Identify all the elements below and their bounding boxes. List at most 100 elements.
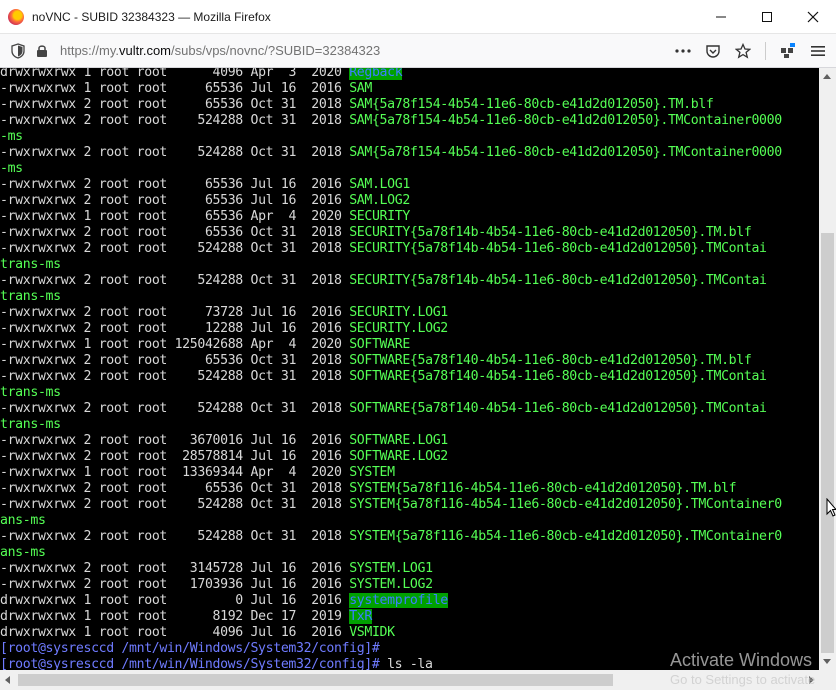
link-count: 2 — [83, 241, 92, 256]
link-count: 2 — [83, 225, 92, 240]
shell-prompt: [root@sysresccd /mnt/win/Windows/System3… — [0, 641, 380, 656]
site-info-shield-icon[interactable] — [6, 39, 30, 63]
file-month: Oct — [250, 97, 274, 112]
file-year: 2016 — [311, 193, 342, 208]
file-group: root — [136, 209, 168, 224]
file-year: 2016 — [311, 449, 342, 464]
horizontal-scroll-thumb[interactable] — [18, 674, 613, 686]
horizontal-scrollbar[interactable] — [0, 670, 819, 690]
scroll-down-arrow-icon[interactable] — [823, 659, 831, 664]
file-permissions: -rwxrwxrwx — [0, 497, 76, 512]
file-name: SYSTEM — [349, 465, 395, 480]
scroll-right-arrow-icon[interactable] — [809, 676, 814, 684]
file-year: 2016 — [311, 577, 342, 592]
file-name: SOFTWARE{5a78f140-4b54-11e6-80cb-e41d2d0… — [349, 369, 767, 384]
file-permissions: -rwxrwxrwx — [0, 81, 76, 96]
hamburger-menu-icon[interactable] — [806, 39, 830, 63]
file-owner: root — [98, 209, 130, 224]
link-count: 1 — [83, 465, 92, 480]
file-year: 2018 — [311, 497, 342, 512]
file-name: SAM{5a78f154-4b54-11e6-80cb-e41d2d012050… — [349, 97, 714, 112]
terminal-line: drwxrwxrwx 1 root root 4096 Apr 3 2020 R… — [0, 68, 403, 81]
file-owner: root — [98, 593, 130, 608]
file-name: SECURITY{5a78f14b-4b54-11e6-80cb-e41d2d0… — [349, 241, 767, 256]
terminal-line: -rwxrwxrwx 2 root root 65536 Oct 31 2018… — [0, 225, 752, 241]
file-group: root — [136, 449, 168, 464]
maximize-button[interactable] — [744, 0, 790, 34]
file-group: root — [136, 481, 168, 496]
file-year: 2016 — [311, 81, 342, 96]
file-size: 524288 — [174, 241, 243, 256]
file-permissions: -rwxrwxrwx — [0, 401, 76, 416]
file-month: Oct — [250, 353, 274, 368]
vertical-scroll-thumb[interactable] — [821, 233, 834, 653]
file-day: 31 — [280, 225, 297, 240]
terminal-line: -rwxrwxrwx 2 root root 524288 Oct 31 201… — [0, 241, 767, 257]
vnc-terminal[interactable]: drwxrwxrwx 1 root root 4096 Apr 3 2020 R… — [0, 68, 819, 670]
terminal-line: -ms — [0, 161, 23, 177]
file-month: Jul — [250, 561, 274, 576]
ellipsis-icon[interactable] — [671, 39, 695, 63]
file-month: Jul — [250, 449, 274, 464]
file-year: 2016 — [311, 625, 342, 640]
link-count: 2 — [83, 353, 92, 368]
file-owner: root — [98, 97, 130, 112]
maximize-icon — [762, 11, 772, 22]
terminal-line: -rwxrwxrwx 2 root root 65536 Jul 16 2016… — [0, 177, 410, 193]
file-year: 2020 — [311, 68, 342, 80]
file-permissions: -rwxrwxrwx — [0, 433, 76, 448]
extensions-icon[interactable] — [776, 39, 800, 63]
terminal-line: [root@sysresccd /mnt/win/Windows/System3… — [0, 657, 441, 670]
shell-prompt: [root@sysresccd /mnt/win/Windows/System3… — [0, 657, 380, 670]
file-year: 2016 — [311, 561, 342, 576]
star-icon[interactable] — [731, 39, 755, 63]
file-group: root — [136, 593, 168, 608]
file-year: 2016 — [311, 177, 342, 192]
file-permissions: -rwxrwxrwx — [0, 449, 76, 464]
file-group: root — [136, 177, 168, 192]
file-permissions: drwxrwxrwx — [0, 625, 76, 640]
mouse-pointer-icon — [826, 498, 836, 517]
scroll-left-arrow-icon[interactable] — [5, 676, 10, 684]
terminal-line: -rwxrwxrwx 2 root root 65536 Jul 16 2016… — [0, 193, 410, 209]
link-count: 2 — [83, 305, 92, 320]
file-permissions: -rwxrwxrwx — [0, 145, 76, 160]
file-day: 31 — [280, 145, 297, 160]
file-group: root — [136, 321, 168, 336]
close-button[interactable] — [790, 0, 836, 34]
file-owner: root — [98, 481, 130, 496]
file-owner: root — [98, 305, 130, 320]
file-day: 16 — [280, 81, 297, 96]
lock-icon[interactable] — [30, 39, 54, 63]
file-name: SYSTEM{5a78f116-4b54-11e6-80cb-e41d2d012… — [349, 497, 782, 512]
file-day: 31 — [280, 369, 297, 384]
terminal-line: -rwxrwxrwx 2 root root 524288 Oct 31 201… — [0, 145, 782, 161]
url-bar[interactable]: https://my.vultr.com/subs/vps/novnc/?SUB… — [60, 43, 671, 58]
terminal-line: drwxrwxrwx 1 root root 8192 Dec 17 2019 … — [0, 609, 372, 625]
file-size: 65536 — [174, 225, 243, 240]
terminal-line: -rwxrwxrwx 2 root root 28578814 Jul 16 2… — [0, 449, 448, 465]
wrapped-filename-part: trans-ms — [0, 417, 61, 432]
file-day: 16 — [280, 321, 297, 336]
file-name: SOFTWARE.LOG1 — [349, 433, 448, 448]
file-month: Oct — [250, 273, 274, 288]
file-group: root — [136, 609, 168, 624]
terminal-line: -rwxrwxrwx 2 root root 524288 Oct 31 201… — [0, 497, 782, 513]
pocket-icon[interactable] — [701, 39, 725, 63]
file-size: 65536 — [174, 481, 243, 496]
file-size: 13369344 — [174, 465, 243, 480]
scroll-up-arrow-icon[interactable] — [823, 74, 831, 79]
file-month: Dec — [250, 609, 274, 624]
file-size: 125042688 — [174, 337, 244, 352]
file-name: SOFTWARE.LOG2 — [349, 449, 448, 464]
file-name: SECURITY.LOG2 — [349, 321, 448, 336]
terminal-line: trans-ms — [0, 289, 61, 305]
wrapped-filename-part: trans-ms — [0, 289, 61, 304]
file-name: SAM — [349, 81, 372, 96]
minimize-button[interactable] — [698, 0, 744, 34]
file-permissions: -rwxrwxrwx — [0, 225, 76, 240]
url-prefix: https://my. — [60, 43, 119, 58]
file-year: 2018 — [311, 145, 342, 160]
vertical-scrollbar[interactable] — [819, 68, 836, 670]
file-group: root — [136, 241, 168, 256]
